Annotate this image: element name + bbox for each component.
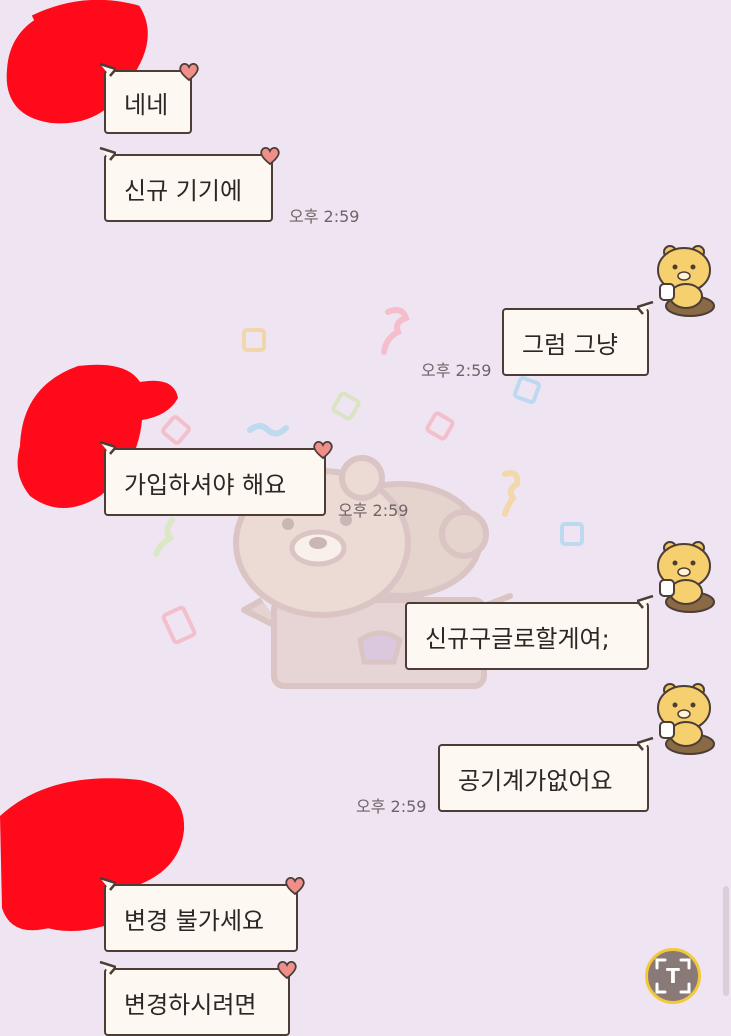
message-text: 변경하시려면 xyxy=(124,990,257,1019)
message-text: 네네 xyxy=(124,90,169,119)
message-timestamp: 오후 2:59 xyxy=(421,361,492,380)
heart-icon xyxy=(260,146,280,166)
message-bubble[interactable]: 가입하셔야 해요 xyxy=(99,440,333,516)
text-scan-glyph: T xyxy=(666,964,680,988)
bubble-tail xyxy=(99,63,116,77)
message-bubble[interactable]: 변경 불가세요 xyxy=(99,876,305,952)
sender-avatar[interactable] xyxy=(654,682,716,756)
message-text: 변경 불가세요 xyxy=(124,906,265,935)
heart-icon xyxy=(313,440,333,460)
text-scan-button[interactable]: T xyxy=(645,948,701,1004)
sender-avatar[interactable] xyxy=(654,540,716,614)
bear-avatar-icon xyxy=(657,541,715,613)
message-timestamp: 오후 2:59 xyxy=(338,501,409,520)
bubble-tail xyxy=(637,301,654,315)
message-timestamp: 오후 2:59 xyxy=(356,797,427,816)
message-bubble[interactable]: 신규구글로할게여; xyxy=(405,595,654,670)
message-bubble[interactable]: 그럼 그냥 xyxy=(502,301,654,376)
scrollbar[interactable] xyxy=(723,886,729,996)
message-timestamp: 오후 2:59 xyxy=(289,207,360,226)
message-text: 가입하셔야 해요 xyxy=(124,470,287,499)
bear-avatar-icon xyxy=(657,245,715,317)
bubble-tail xyxy=(99,877,116,891)
bubble-tail xyxy=(99,147,116,161)
sender-avatar[interactable] xyxy=(654,244,716,318)
heart-icon xyxy=(277,960,297,980)
message-bubble[interactable]: 변경하시려면 xyxy=(99,960,297,1036)
message-text: 공기계가없어요 xyxy=(458,766,613,795)
message-bubble[interactable]: 공기계가없어요 xyxy=(438,737,654,812)
message-bubble[interactable]: 네네 xyxy=(99,62,199,134)
bubble-tail xyxy=(637,737,654,751)
heart-icon xyxy=(179,62,199,82)
message-text: 그럼 그냥 xyxy=(522,330,618,359)
message-bubble[interactable]: 신규 기기에 xyxy=(99,146,280,222)
bear-avatar-icon xyxy=(657,683,715,755)
bubble-tail xyxy=(99,441,116,455)
text-scan-icon: T xyxy=(655,958,691,994)
heart-icon xyxy=(285,876,305,896)
bubble-tail xyxy=(637,595,654,609)
message-text: 신규구글로할게여; xyxy=(425,624,610,653)
bubble-tail xyxy=(99,961,116,975)
message-text: 신규 기기에 xyxy=(124,176,243,205)
